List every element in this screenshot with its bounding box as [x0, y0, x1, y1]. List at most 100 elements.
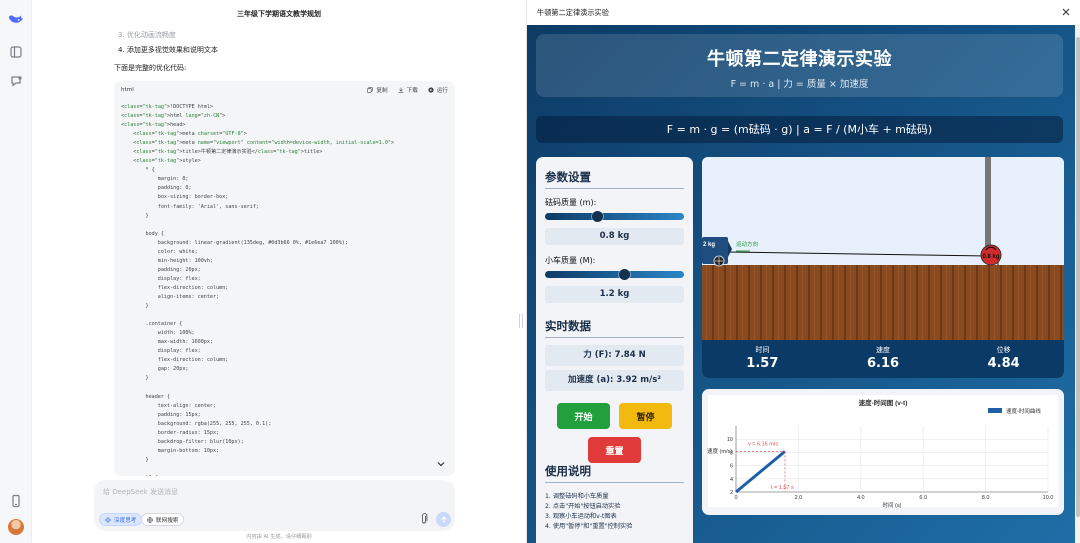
code-line: body {	[121, 230, 164, 237]
start-button[interactable]: 开始	[557, 403, 610, 429]
mobile-app-icon[interactable]	[9, 494, 23, 508]
usage-item: 1. 调整砝码和小车质量	[545, 493, 609, 500]
message-input[interactable]: 给 DeepSeek 发送消息	[103, 487, 178, 497]
weight-mass-tag: 0.8 kg	[982, 254, 999, 260]
avatar[interactable]	[8, 519, 24, 535]
displacement-metric: 位移 4.84	[943, 340, 1064, 378]
code-line: display: flex;	[121, 275, 201, 282]
paperclip-icon[interactable]	[419, 513, 429, 525]
web-search-label: 联网搜索	[156, 517, 179, 524]
panel-resize-handle[interactable]	[519, 314, 523, 328]
table-surface	[702, 265, 1064, 340]
disclaimer: 内容由 AI 生成，请仔细甄别	[246, 534, 312, 540]
y-tick-label: 4	[730, 477, 733, 483]
divider	[545, 337, 684, 338]
code-line: text-align: center;	[121, 402, 217, 409]
usage-heading: 使用说明	[545, 464, 591, 478]
left-rail	[0, 0, 32, 543]
x-tick-label: 6.0	[919, 495, 927, 501]
x-axis-label: 时间 (s)	[883, 501, 902, 509]
download-button[interactable]: 下载	[398, 86, 418, 94]
y-axis-label: 速度 (m/s)	[707, 447, 732, 455]
chevron-down-icon[interactable]	[436, 459, 446, 469]
globe-icon	[147, 516, 153, 523]
control-panel: 参数设置 砝码质量 (m): 0.8 kg 小车质量 (M): 1.2 kg 实…	[536, 157, 693, 543]
legend-swatch	[988, 408, 1002, 413]
whale-logo-icon[interactable]	[7, 10, 25, 28]
x-tick-label: 0	[734, 495, 737, 501]
simulation-canvas: 2 kg 运动方向 0.8 kg	[702, 157, 1064, 340]
copy-button[interactable]: 复制	[367, 86, 388, 94]
code-line: .container {	[121, 321, 183, 328]
run-label: 运行	[436, 87, 448, 94]
scrollbar-thumb[interactable]	[1076, 37, 1080, 517]
preview-panel: 牛顿第二定律演示实验 牛顿第二定律演示实验 F = m · a | 力 = 质量…	[526, 0, 1080, 543]
pause-button[interactable]: 暂停	[619, 403, 672, 429]
code-line: width: 100%;	[121, 330, 195, 337]
direction-label: 运动方向	[736, 240, 758, 248]
code-language: html	[121, 86, 134, 93]
x-tick-label: 4.0	[857, 495, 865, 501]
code-line: background: linear-gradient(135deg, #0d3…	[121, 239, 348, 246]
new-chat-icon[interactable]	[9, 45, 23, 59]
cart-mass-label: 小车质量 (M):	[545, 256, 596, 265]
code-line: margin-bottom: 10px;	[121, 447, 220, 454]
cart-mass-value: 1.2 kg	[545, 286, 684, 303]
web-search-toggle[interactable]: 联网搜索	[141, 513, 185, 526]
download-label: 下载	[406, 87, 418, 94]
x-tick-label: 8.0	[982, 495, 990, 501]
code-line: min-height: 100vh;	[121, 257, 214, 264]
code-line: margin: 0;	[121, 176, 189, 183]
send-button[interactable]	[436, 512, 451, 527]
displacement-label: 位移	[996, 346, 1011, 354]
code-line: box-sizing: border-box;	[121, 194, 229, 201]
code-line: color: white;	[121, 248, 198, 255]
reset-button[interactable]: 重置	[588, 437, 641, 463]
arrow-up-icon	[440, 515, 447, 523]
chat-bubble-icon[interactable]	[9, 74, 23, 88]
cart-mass-slider[interactable]	[545, 269, 684, 280]
scrollbar[interactable]	[1075, 25, 1080, 543]
code-line: display: flex;	[121, 348, 201, 355]
cart-mass-tag: 2 kg	[703, 242, 715, 248]
code-block: html 复制 下载 运行 <class="tk-tag">!DOCTYPE h…	[114, 81, 455, 476]
step-item: 4. 添加更多视觉效果和说明文本	[118, 46, 218, 54]
atom-icon	[105, 516, 111, 523]
preview-title: 牛顿第二定律演示实验	[537, 7, 609, 17]
chat-panel: 三年级下学期语文教学规划 3. 优化动画流畅度 4. 添加更多视觉效果和说明文本…	[32, 0, 526, 543]
displacement-value: 4.84	[987, 356, 1020, 371]
code-content: <class="tk-tag">!DOCTYPE html> <class="tk…	[121, 103, 394, 476]
usage-item: 4. 使用"暂停"和"重置"控制实验	[545, 523, 633, 530]
preview-header: 牛顿第二定律演示实验	[527, 0, 1080, 25]
play-icon	[428, 86, 434, 93]
code-line: flex-direction: column;	[121, 357, 229, 364]
metrics-bar: 时间 1.57 速度 6.16 位移 4.84	[702, 340, 1064, 378]
slider-handle[interactable]	[592, 211, 604, 222]
simulation-view: 2 kg 运动方向 0.8 kg 时间 1.57 速度 6.16 位移 4.84	[702, 157, 1064, 378]
code-line: gap: 20px;	[121, 366, 189, 373]
chart-title: 速度-时间图 (v-t)	[859, 398, 908, 407]
slider-track	[545, 213, 684, 220]
slider-handle[interactable]	[618, 269, 630, 280]
y-tick-label: 10	[727, 437, 733, 443]
code-line: <class="tk-tag">style>	[121, 158, 201, 165]
intro-text: 下面是完整的优化代码:	[114, 64, 187, 72]
code-block-header: html 复制 下载 运行	[114, 81, 455, 98]
time-metric: 时间 1.57	[702, 340, 823, 378]
app-window: 三年级下学期语文教学规划 3. 优化动画流畅度 4. 添加更多视觉效果和说明文本…	[0, 0, 1080, 543]
x-tick-label: 2.0	[795, 495, 803, 501]
code-line: }	[121, 212, 149, 219]
weight-mass-slider[interactable]	[545, 211, 684, 222]
pulley-rod	[985, 157, 991, 247]
code-line: max-width: 1600px;	[121, 339, 214, 346]
divider	[545, 188, 684, 189]
code-line: <class="tk-tag">!DOCTYPE html>	[121, 104, 214, 110]
close-icon[interactable]	[1061, 7, 1071, 17]
run-button[interactable]: 运行	[428, 86, 448, 94]
deep-think-toggle[interactable]: 深度思考	[99, 513, 143, 526]
weight-mass-label: 砝码质量 (m):	[545, 198, 597, 207]
vt-chart-card: 速度-时间图 (v-t) 速度-时间曲线 0 2.0 4.0 6.0 8.0 10.0 10 8 6…	[702, 389, 1064, 515]
